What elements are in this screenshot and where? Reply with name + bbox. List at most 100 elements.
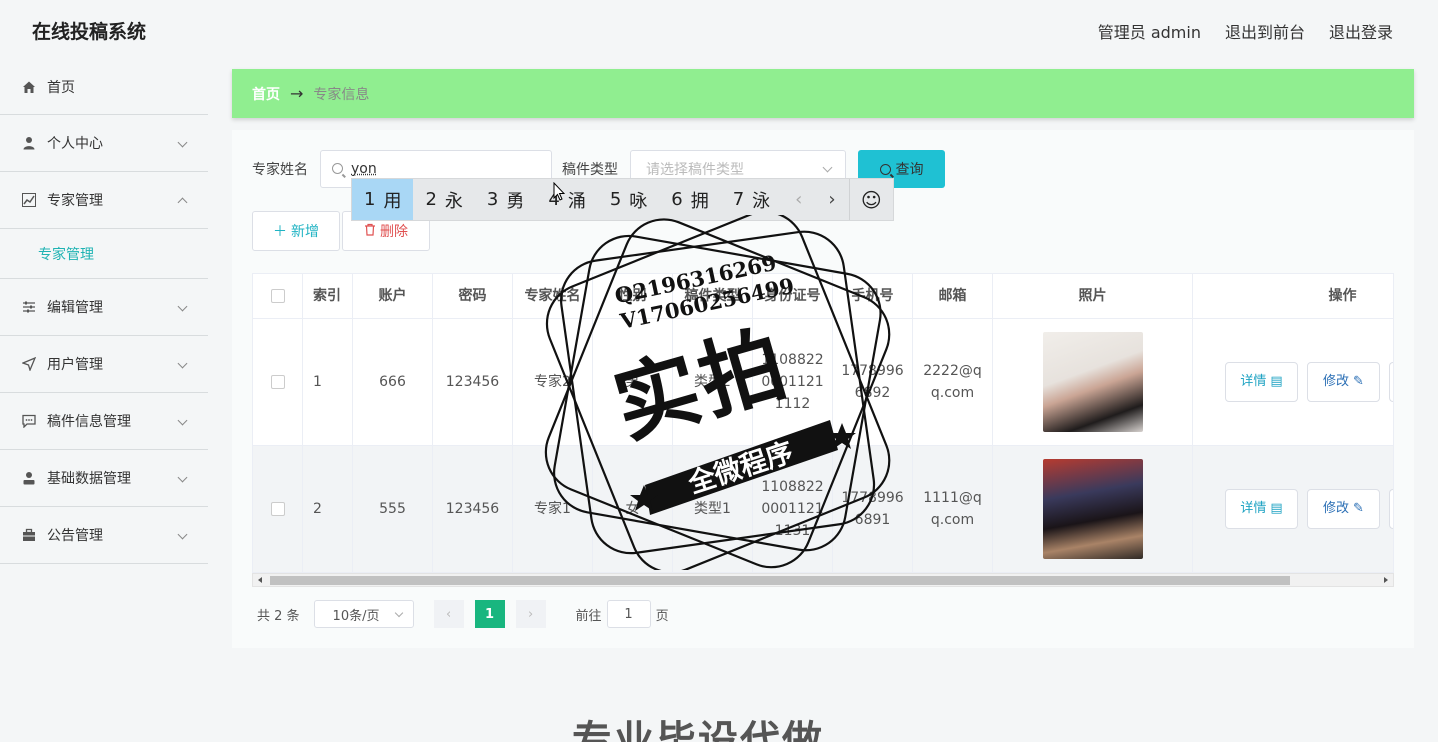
page-size-select[interactable]: 10条/页 bbox=[313, 600, 414, 628]
select-all-cell bbox=[253, 274, 303, 318]
ime-candidate[interactable]: 3勇 bbox=[475, 179, 536, 220]
sidebar-item-experts[interactable]: 专家管理 bbox=[0, 172, 208, 229]
app-title: 在线投稿系统 bbox=[32, 21, 147, 43]
actions-cell: 详情 ▤ 修改 ✎ bbox=[1193, 319, 1393, 445]
mouse-cursor-icon bbox=[553, 182, 565, 201]
column-header[interactable]: 专家姓名 bbox=[513, 274, 593, 318]
account-cell: 666 bbox=[353, 319, 433, 445]
chevron-down-icon bbox=[177, 137, 188, 148]
scroll-right-icon[interactable] bbox=[1384, 577, 1388, 583]
chevron-down-icon bbox=[177, 358, 188, 369]
row-select-cell bbox=[253, 319, 303, 445]
ime-candidate[interactable]: 7泳 bbox=[721, 179, 782, 220]
document-icon: ▤ bbox=[1270, 501, 1283, 516]
sidebar-item-label: 首页 bbox=[47, 80, 75, 96]
page-unit-label: 页 bbox=[655, 608, 669, 624]
exit-to-front-link[interactable]: 退出到前台 bbox=[1225, 19, 1305, 43]
chevron-down-icon bbox=[177, 529, 188, 540]
sidebar-item-label: 基础数据管理 bbox=[47, 471, 131, 487]
chevron-up-icon bbox=[177, 197, 188, 208]
scroll-thumb[interactable] bbox=[270, 576, 1290, 585]
table-row[interactable]: 1 666 123456 专家2 男 类型2 1108822 0001121 1… bbox=[253, 319, 1393, 446]
sidebar-item-base-data[interactable]: 基础数据管理 bbox=[0, 450, 208, 507]
password-cell: 123456 bbox=[433, 319, 513, 445]
ime-candidate[interactable]: 4涌 bbox=[536, 179, 597, 220]
ime-candidate[interactable]: 1用 bbox=[352, 179, 414, 220]
ime-candidate[interactable]: 2永 bbox=[413, 179, 474, 220]
column-header[interactable]: 索引 bbox=[303, 274, 353, 318]
expert-name-value: yon bbox=[351, 161, 377, 177]
chart-icon bbox=[22, 193, 36, 207]
query-label: 查询 bbox=[895, 162, 924, 178]
sidebar-item-users[interactable]: 用户管理 bbox=[0, 336, 208, 393]
pencil-icon: ✎ bbox=[1353, 374, 1364, 389]
index-cell: 2 bbox=[303, 446, 353, 572]
sidebar-subitem-experts[interactable]: 专家管理 bbox=[0, 229, 208, 279]
chevron-down-icon bbox=[394, 608, 403, 618]
column-header[interactable]: 账户 bbox=[353, 274, 433, 318]
ime-candidate[interactable]: 5咏 bbox=[598, 179, 659, 220]
manuscript-type-placeholder: 请选择稿件类型 bbox=[646, 162, 744, 178]
expert-photo[interactable] bbox=[1042, 332, 1143, 432]
send-icon bbox=[21, 356, 37, 372]
email-cell: 2222@q q.com bbox=[913, 319, 993, 445]
row-checkbox[interactable] bbox=[270, 375, 285, 389]
goto-label: 前往 bbox=[575, 608, 602, 624]
expert-name-label: 专家姓名 bbox=[252, 162, 308, 178]
breadcrumb: 首页 → 专家信息 bbox=[232, 69, 1414, 118]
edit-label: 修改 bbox=[1323, 374, 1350, 389]
gender-cell: 女 bbox=[593, 446, 673, 572]
chevron-down-icon bbox=[822, 162, 833, 173]
ime-candidate[interactable]: 6拥 bbox=[659, 179, 720, 220]
scroll-left-icon[interactable] bbox=[258, 577, 262, 583]
sidebar-item-home[interactable]: 首页 bbox=[0, 60, 208, 115]
name-cell: 专家2 bbox=[513, 319, 593, 445]
document-icon: ▤ bbox=[1270, 374, 1283, 389]
goto-input[interactable]: 1 bbox=[606, 600, 651, 628]
sidebar-item-editors[interactable]: 编辑管理 bbox=[0, 279, 208, 336]
index-cell: 1 bbox=[303, 319, 353, 445]
table-header: 索引 账户 密码 专家姓名 性别 稿件类型 身份证号 手机号 邮箱 照片 操作 bbox=[253, 274, 1393, 319]
breadcrumb-home[interactable]: 首页 bbox=[252, 84, 280, 104]
edit-button[interactable]: 修改 ✎ bbox=[1307, 489, 1380, 529]
table-row[interactable]: 2 555 123456 专家1 女 类型1 1108822 0001121 1… bbox=[253, 446, 1393, 572]
phone-cell: 1778996 6892 bbox=[833, 319, 913, 445]
trash-icon bbox=[364, 223, 376, 240]
detail-label: 详情 bbox=[1240, 501, 1267, 516]
admin-label[interactable]: 管理员 admin bbox=[1098, 19, 1201, 43]
column-header[interactable]: 密码 bbox=[433, 274, 513, 318]
password-cell: 123456 bbox=[433, 446, 513, 572]
footer-banner-text: 专业毕设代做 bbox=[572, 718, 824, 742]
sidebar-item-label: 用户管理 bbox=[47, 357, 103, 373]
sidebar-item-label: 公告管理 bbox=[47, 528, 103, 544]
ime-next-icon[interactable]: › bbox=[815, 179, 848, 220]
select-all-checkbox[interactable] bbox=[270, 289, 285, 303]
breadcrumb-separator: → bbox=[290, 84, 304, 103]
user-icon bbox=[22, 136, 36, 150]
sidebar-item-manuscripts[interactable]: 稿件信息管理 bbox=[0, 393, 208, 450]
sidebar-item-label: 稿件信息管理 bbox=[47, 414, 131, 430]
delete-row-button[interactable] bbox=[1389, 362, 1393, 402]
delete-row-button[interactable] bbox=[1389, 489, 1393, 529]
logout-link[interactable]: 退出登录 bbox=[1329, 19, 1393, 43]
add-button[interactable]: ＋ 新增 bbox=[252, 211, 340, 251]
top-links: 管理员 admin 退出到前台 退出登录 bbox=[1098, 19, 1393, 43]
column-header[interactable]: 邮箱 bbox=[913, 274, 993, 318]
detail-button[interactable]: 详情 ▤ bbox=[1225, 489, 1298, 529]
emoji-icon[interactable]: ☺ bbox=[848, 179, 893, 220]
detail-button[interactable]: 详情 ▤ bbox=[1225, 362, 1298, 402]
row-checkbox[interactable] bbox=[270, 502, 285, 516]
sidebar-item-personal[interactable]: 个人中心 bbox=[0, 115, 208, 172]
column-header[interactable]: 手机号 bbox=[833, 274, 913, 318]
next-page-button[interactable]: › bbox=[515, 600, 546, 628]
sidebar-item-label: 个人中心 bbox=[47, 136, 103, 152]
edit-button[interactable]: 修改 ✎ bbox=[1307, 362, 1380, 402]
page-number[interactable]: 1 bbox=[474, 600, 505, 628]
horizontal-scrollbar[interactable] bbox=[252, 573, 1394, 587]
top-bar: 在线投稿系统 管理员 admin 退出到前台 退出登录 bbox=[0, 0, 1438, 60]
prev-page-button[interactable]: ‹ bbox=[433, 600, 464, 628]
expert-photo[interactable] bbox=[1042, 459, 1143, 559]
sidebar-item-notices[interactable]: 公告管理 bbox=[0, 507, 208, 564]
ime-prev-icon[interactable]: ‹ bbox=[782, 179, 815, 220]
column-header[interactable]: 照片 bbox=[993, 274, 1193, 318]
